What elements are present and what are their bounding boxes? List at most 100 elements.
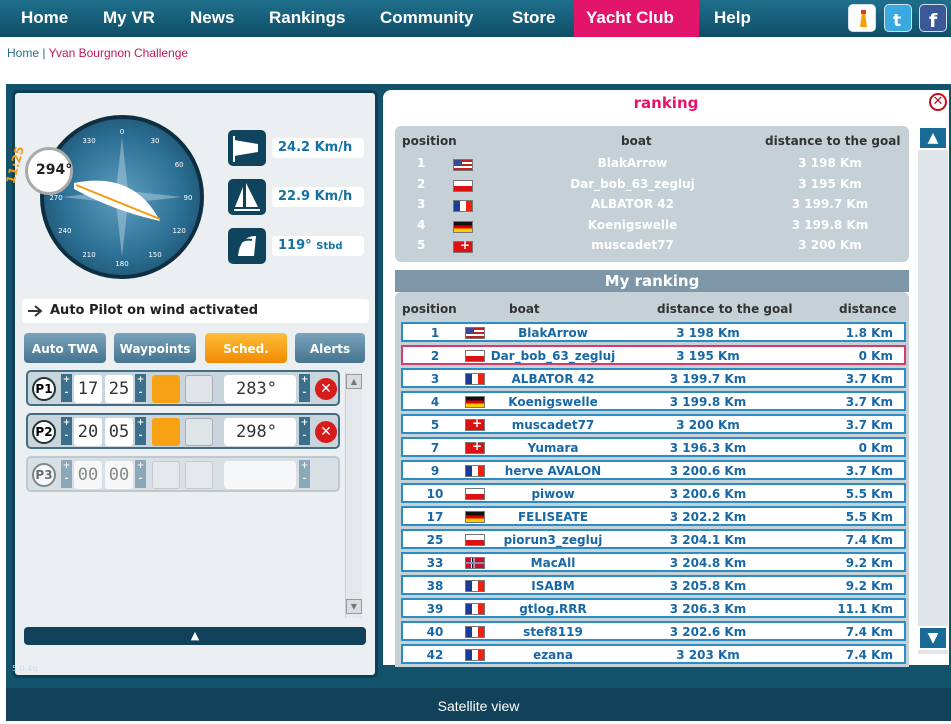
delete-icon[interactable]: ✕	[315, 378, 337, 400]
ranking-row[interactable]: 2 Dar_bob_63_zegluj 3 195 Km 0 Km	[401, 345, 906, 365]
minute-stepper[interactable]: + -	[135, 460, 146, 488]
program-row: P2 + - 20 05 + - 298° + - ✕	[26, 413, 340, 449]
ranking-row[interactable]: 33 MacAll 3 204.8 Km 9.2 Km	[401, 552, 906, 572]
ranking-row[interactable]: 2 Dar_bob_63_zegluj 3 195 Km	[395, 177, 909, 196]
ranking-row[interactable]: 9 herve AVALON 3 200.6 Km 3.7 Km	[401, 460, 906, 480]
row-distance: 3.7 Km	[845, 372, 893, 386]
nav-news[interactable]: News	[178, 0, 246, 37]
heading-stepper[interactable]: + -	[299, 417, 310, 445]
heading-field[interactable]: 283°	[224, 375, 296, 403]
header-distance-goal: distance to the goal	[765, 134, 901, 148]
ranking-row[interactable]: 42 ezana 3 203 Km 7.4 Km	[401, 644, 906, 664]
twitter-icon[interactable]: t	[884, 4, 912, 32]
scroll-up-icon[interactable]: ▲	[918, 126, 948, 150]
tab-alerts[interactable]: Alerts	[295, 333, 365, 363]
lighthouse-icon[interactable]	[848, 4, 876, 32]
ranking-row[interactable]: 25 piorun3_zegluj 3 204.1 Km 7.4 Km	[401, 529, 906, 549]
hour-stepper[interactable]: + -	[61, 460, 72, 488]
wind-mode-icon[interactable]	[185, 375, 213, 403]
ranking-row[interactable]: 38 ISABM 3 205.8 Km 9.2 Km	[401, 575, 906, 595]
compass-tick-label: 60	[175, 161, 184, 169]
ranking-row[interactable]: 39 gtlog.RRR 3 206.3 Km 11.1 Km	[401, 598, 906, 618]
ranking-row[interactable]: 1 BlakArrow 3 198 Km 1.8 Km	[401, 322, 906, 342]
row-distance: 5.5 Km	[845, 510, 893, 524]
compass-mode-icon[interactable]	[152, 418, 180, 446]
ranking-row[interactable]: 4 Koenigswelle 3 199.8 Km	[395, 218, 909, 237]
delete-icon[interactable]: ✕	[315, 421, 337, 443]
wind-mode-icon[interactable]	[185, 461, 213, 489]
ranking-row[interactable]: 4 Koenigswelle 3 199.8 Km 3.7 Km	[401, 391, 906, 411]
row-distance-goal: 3 196.3 Km	[669, 441, 747, 455]
scroll-down-icon[interactable]: ▼	[918, 626, 948, 650]
compass-mode-icon[interactable]	[152, 461, 180, 489]
hour-stepper[interactable]: + -	[61, 417, 72, 445]
flag-icon	[465, 626, 485, 638]
compass[interactable]: 0306090120150180210240270300330	[40, 115, 204, 279]
ranking-row[interactable]: 3 ALBATOR 42 3 199.7 Km 3.7 Km	[401, 368, 906, 388]
nav-rankings[interactable]: Rankings	[257, 0, 358, 37]
twa-icon	[228, 228, 266, 264]
heading-field[interactable]	[224, 461, 296, 489]
heading-stepper[interactable]: + -	[299, 374, 310, 402]
program-scrollbar[interactable]: ▲ ▼	[345, 372, 362, 618]
hour-stepper[interactable]: + -	[61, 374, 72, 402]
nav-community[interactable]: Community	[368, 0, 486, 37]
flag-icon	[465, 488, 485, 500]
nav-help[interactable]: Help	[702, 0, 763, 37]
tab-auto-twa[interactable]: Auto TWA	[24, 333, 106, 363]
nav-store[interactable]: Store	[500, 0, 567, 37]
ranking-row[interactable]: 1 BlakArrow 3 198 Km	[395, 156, 909, 175]
ranking-row[interactable]: 5 muscadet77 3 200 Km	[395, 238, 909, 257]
hour-field[interactable]: 00	[74, 461, 102, 489]
ranking-row[interactable]: 40 stef8119 3 202.6 Km 7.4 Km	[401, 621, 906, 641]
scroll-down-icon[interactable]: ▼	[346, 599, 362, 614]
compass-mode-icon[interactable]	[152, 375, 180, 403]
minute-stepper[interactable]: + -	[135, 417, 146, 445]
flag-icon	[465, 603, 485, 615]
nav-yacht-club[interactable]: Yacht Club	[574, 0, 699, 37]
breadcrumb-current[interactable]: Yvan Bourgnon Challenge	[49, 46, 188, 60]
header-boat: boat	[509, 302, 540, 316]
minute-field[interactable]: 00	[105, 461, 133, 489]
hour-field[interactable]: 17	[74, 375, 102, 403]
heading-field[interactable]: 298°	[224, 418, 296, 446]
heading-stepper[interactable]: + -	[299, 460, 310, 488]
row-distance-goal: 3 200 Km	[676, 418, 740, 432]
minute-field[interactable]: 25	[105, 375, 133, 403]
row-boat: Dar_bob_63_zegluj	[490, 349, 616, 363]
ranking-row[interactable]: 3 ALBATOR 42 3 199.7 Km	[395, 197, 909, 216]
nav-home[interactable]: Home	[9, 0, 80, 37]
row-distance: 3.7 Km	[845, 418, 893, 432]
row-distance-goal: 3 200 Km	[798, 238, 862, 252]
row-distance-goal: 3 199.8 Km	[791, 217, 869, 232]
minute-field[interactable]: 05	[105, 418, 133, 446]
ranking-row[interactable]: 10 piwow 3 200.6 Km 5.5 Km	[401, 483, 906, 503]
row-boat: MacAll	[530, 556, 576, 570]
satellite-view-button[interactable]: Satellite view	[6, 688, 951, 721]
row-position: 4	[430, 395, 440, 409]
facebook-icon[interactable]: f	[919, 4, 947, 32]
breadcrumb-home[interactable]: Home	[7, 46, 39, 60]
collapse-button[interactable]: ▲	[24, 627, 366, 645]
minute-stepper[interactable]: + -	[135, 374, 146, 402]
scroll-up-icon[interactable]: ▲	[346, 374, 362, 389]
flag-icon	[465, 649, 485, 661]
nav-my-vr[interactable]: My VR	[91, 0, 167, 37]
hour-field[interactable]: 20	[74, 418, 102, 446]
row-position: 1	[430, 326, 440, 340]
ranking-row[interactable]: 7 Yumara 3 196.3 Km 0 Km	[401, 437, 906, 457]
wind-mode-icon[interactable]	[185, 418, 213, 446]
ranking-scrollbar[interactable]	[918, 126, 948, 654]
row-boat: muscadet77	[591, 238, 674, 252]
main-nav: Home My VR News Rankings Community Store…	[0, 0, 951, 37]
tab-schedule[interactable]: Sched.	[205, 333, 287, 363]
flag-icon	[465, 511, 485, 523]
close-icon[interactable]: ✕	[929, 93, 947, 111]
row-position: 40	[426, 625, 444, 639]
tab-waypoints[interactable]: Waypoints	[114, 333, 196, 363]
ranking-title: ranking	[633, 94, 699, 112]
row-boat: ALBATOR 42	[591, 197, 674, 211]
ranking-row[interactable]: 5 muscadet77 3 200 Km 3.7 Km	[401, 414, 906, 434]
ranking-row[interactable]: 17 FELISEATE 3 202.2 Km 5.5 Km	[401, 506, 906, 526]
row-position: 9	[430, 464, 440, 478]
